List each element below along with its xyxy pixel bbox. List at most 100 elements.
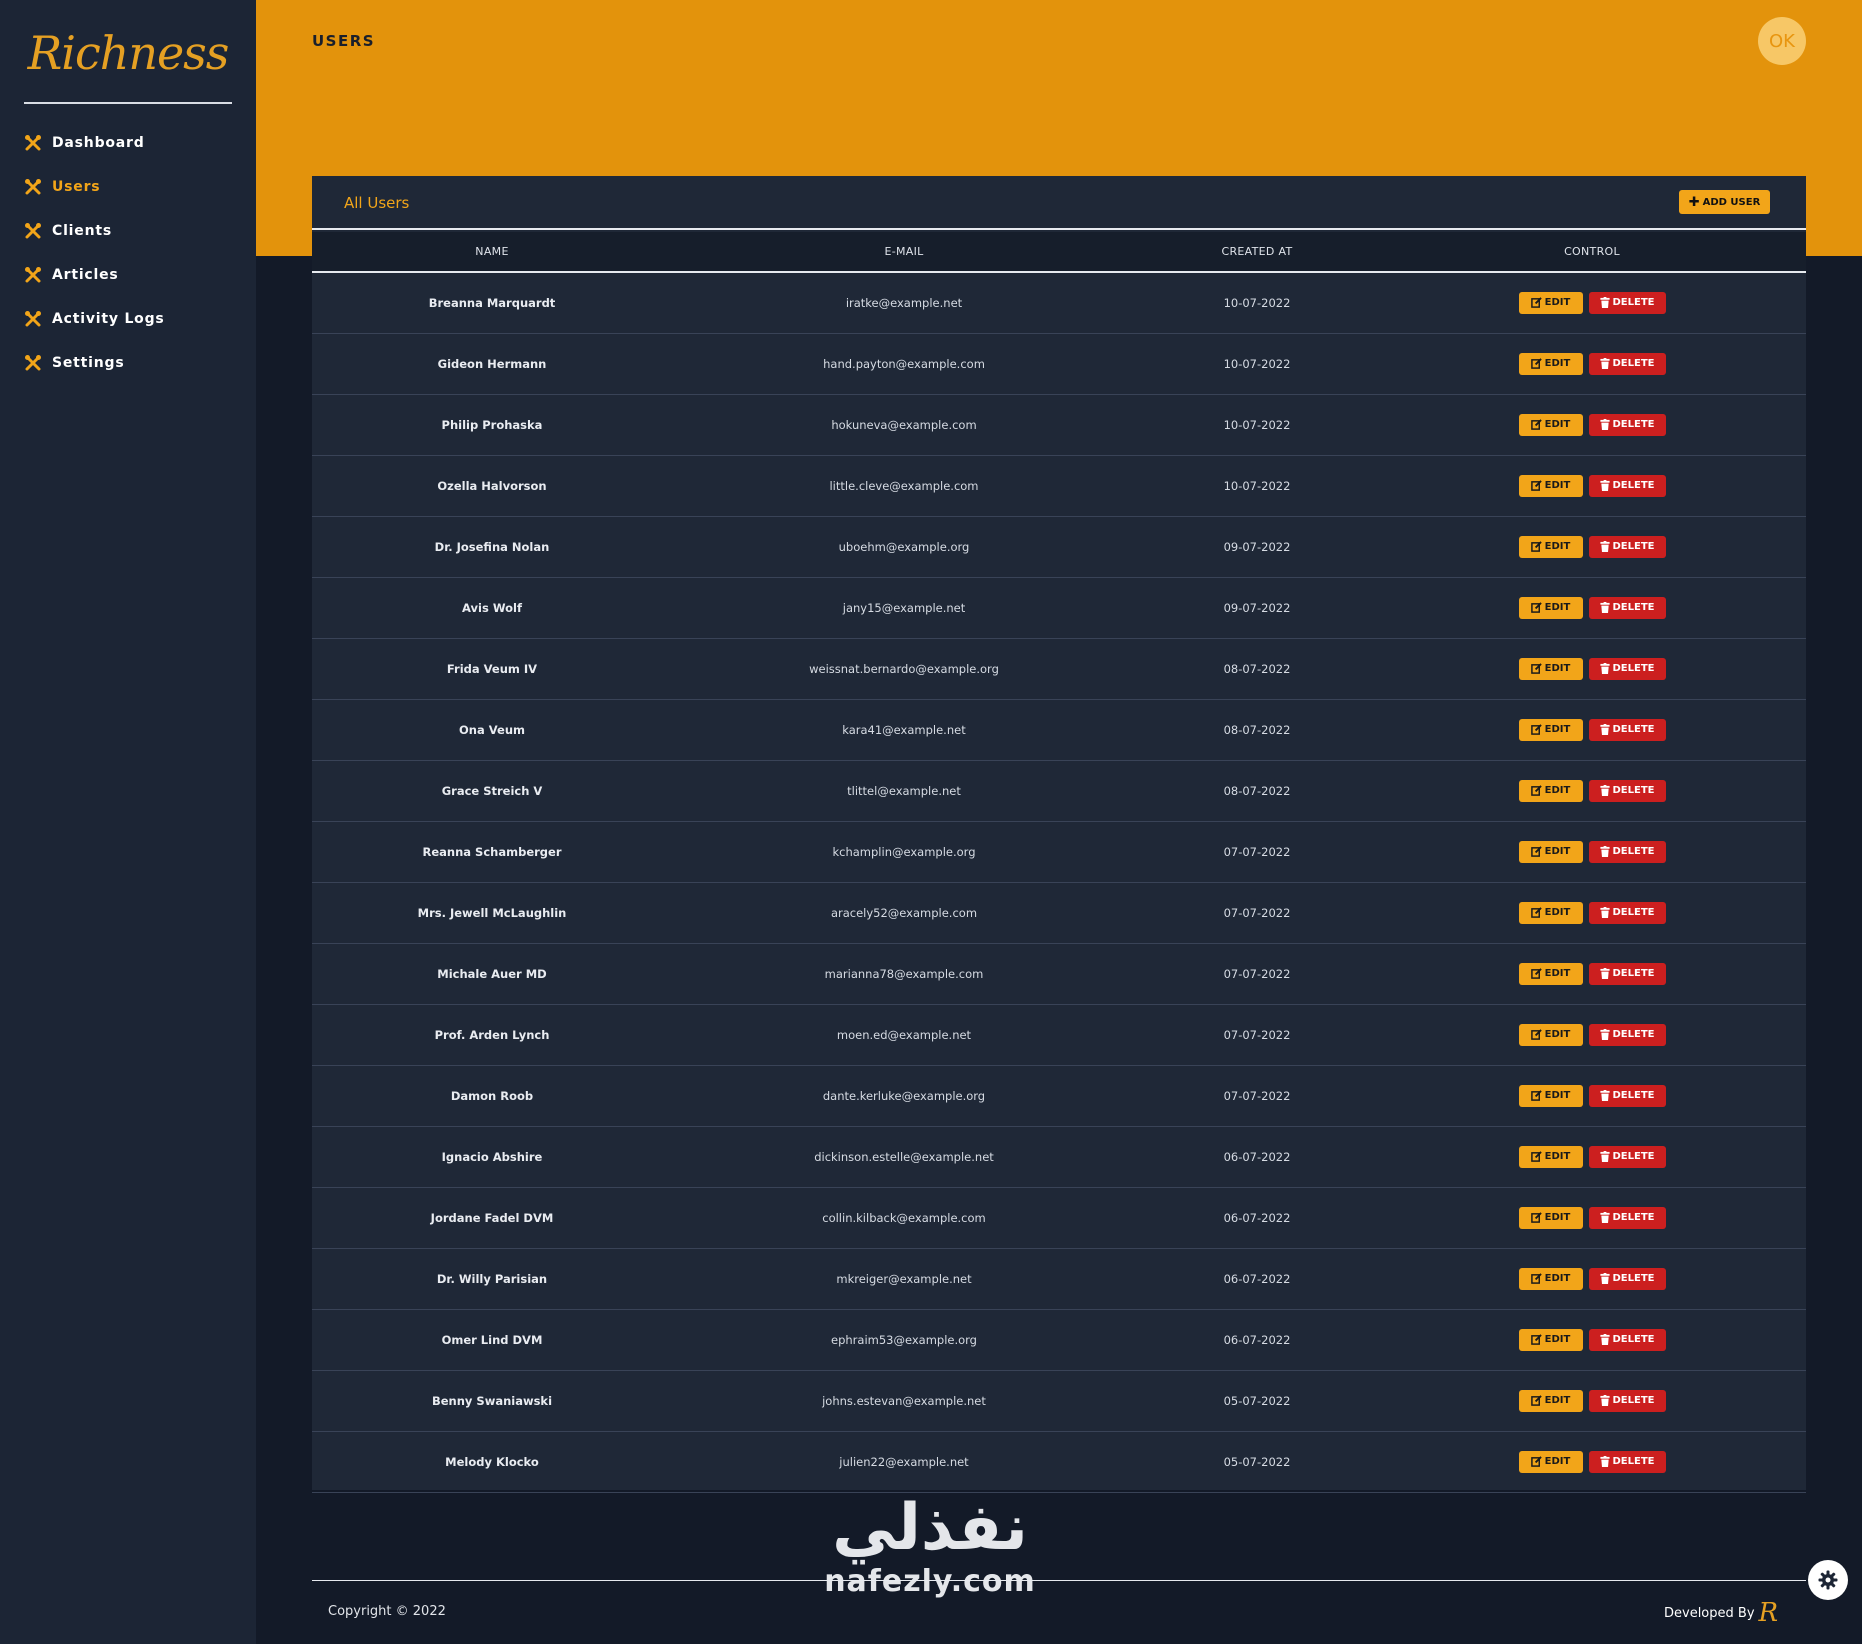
edit-button[interactable]: EDIT <box>1518 1267 1583 1290</box>
delete-label: DELETE <box>1612 724 1655 735</box>
delete-button[interactable]: DELETE <box>1588 413 1666 436</box>
page-title: USERS <box>312 32 376 50</box>
edit-label: EDIT <box>1544 1273 1571 1284</box>
delete-button[interactable]: DELETE <box>1588 1084 1666 1107</box>
delete-button[interactable]: DELETE <box>1588 657 1666 680</box>
table-row: Melody Klocko julien22@example.net 05-07-2… <box>312 1431 1806 1492</box>
trash-icon <box>1599 1029 1610 1040</box>
edit-icon <box>1530 968 1542 979</box>
user-email: ephraim53@example.org <box>831 1332 977 1347</box>
delete-label: DELETE <box>1612 1456 1655 1467</box>
delete-label: DELETE <box>1612 419 1655 430</box>
user-name: Michale Auer MD <box>437 966 547 981</box>
table-row: Avis Wolf jany15@example.net 09-07-2022 EDI… <box>312 577 1806 638</box>
sidebar-item-label: Users <box>52 179 101 195</box>
sidebar-item-articles[interactable]: Articles <box>0 253 256 297</box>
row-controls: EDIT DELETE <box>1378 394 1806 455</box>
edit-button[interactable]: EDIT <box>1518 535 1583 558</box>
edit-button[interactable]: EDIT <box>1518 840 1583 863</box>
delete-label: DELETE <box>1612 1090 1655 1101</box>
edit-button[interactable]: EDIT <box>1518 1328 1583 1351</box>
user-name: Dr. Josefina Nolan <box>434 539 550 554</box>
table-row: Prof. Arden Lynch moen.ed@example.net 07-0… <box>312 1004 1806 1065</box>
table-row: Ignacio Abshire dickinson.estelle@example… <box>312 1126 1806 1187</box>
edit-button[interactable]: EDIT <box>1518 352 1583 375</box>
delete-button[interactable]: DELETE <box>1588 1145 1666 1168</box>
edit-button[interactable]: EDIT <box>1518 779 1583 802</box>
row-controls: EDIT DELETE <box>1378 455 1806 516</box>
sidebar: Richness Dashboard Users Clients Article… <box>0 0 256 1644</box>
user-name: Jordane Fadel DVM <box>430 1210 554 1225</box>
edit-button[interactable]: EDIT <box>1518 474 1583 497</box>
delete-button[interactable]: DELETE <box>1588 596 1666 619</box>
row-controls: EDIT DELETE <box>1378 699 1806 760</box>
edit-button[interactable]: EDIT <box>1518 657 1583 680</box>
column-header-created-at[interactable]: CREATED AT <box>1136 232 1378 272</box>
delete-button[interactable]: DELETE <box>1588 1389 1666 1412</box>
edit-button[interactable]: EDIT <box>1518 1450 1583 1473</box>
delete-button[interactable]: DELETE <box>1588 474 1666 497</box>
delete-button[interactable]: DELETE <box>1588 352 1666 375</box>
edit-button[interactable]: EDIT <box>1518 1084 1583 1107</box>
edit-button[interactable]: EDIT <box>1518 413 1583 436</box>
user-created-at: 07-07-2022 <box>1223 966 1291 981</box>
sidebar-item-users[interactable]: Users <box>0 165 256 209</box>
card-title: All Users <box>344 194 410 212</box>
edit-icon <box>1530 724 1542 735</box>
add-user-button[interactable]: ✚ ADD USER <box>1679 190 1770 214</box>
row-controls: EDIT DELETE <box>1378 1065 1806 1126</box>
edit-button[interactable]: EDIT <box>1518 1389 1583 1412</box>
edit-button[interactable]: EDIT <box>1518 901 1583 924</box>
edit-label: EDIT <box>1544 907 1571 918</box>
settings-button[interactable] <box>1808 1560 1848 1600</box>
delete-button[interactable]: DELETE <box>1588 840 1666 863</box>
delete-button[interactable]: DELETE <box>1588 1267 1666 1290</box>
table-row: Damon Roob dante.kerluke@example.org 07-07… <box>312 1065 1806 1126</box>
edit-button[interactable]: EDIT <box>1518 291 1583 314</box>
delete-label: DELETE <box>1612 1212 1655 1223</box>
user-name: Mrs. Jewell McLaughlin <box>417 905 567 920</box>
control-group: EDIT DELETE <box>1518 1450 1666 1473</box>
control-group: EDIT DELETE <box>1518 657 1666 680</box>
column-header-name[interactable]: NAME <box>312 232 672 272</box>
row-controls: EDIT DELETE <box>1378 1126 1806 1187</box>
tools-icon <box>25 135 41 151</box>
tools-icon <box>25 355 41 371</box>
users-card: All Users ✚ ADD USER NAME E-MAIL CREATED… <box>312 176 1806 1492</box>
delete-label: DELETE <box>1612 907 1655 918</box>
sidebar-item-activity-logs[interactable]: Activity Logs <box>0 297 256 341</box>
developer-logo[interactable]: R <box>1759 1600 1779 1626</box>
sidebar-item-dashboard[interactable]: Dashboard <box>0 121 256 165</box>
user-name: Avis Wolf <box>462 600 522 615</box>
delete-button[interactable]: DELETE <box>1588 1023 1666 1046</box>
edit-button[interactable]: EDIT <box>1518 962 1583 985</box>
edit-button[interactable]: EDIT <box>1518 1023 1583 1046</box>
watermark-latin: nafezly.com <box>824 1564 1036 1599</box>
user-email: weissnat.bernardo@example.org <box>809 661 999 676</box>
brand-logo[interactable]: Richness <box>24 24 232 104</box>
user-name: Grace Streich V <box>441 783 543 798</box>
edit-button[interactable]: EDIT <box>1518 596 1583 619</box>
delete-button[interactable]: DELETE <box>1588 1328 1666 1351</box>
user-email: hokuneva@example.com <box>831 417 977 432</box>
delete-button[interactable]: DELETE <box>1588 1450 1666 1473</box>
column-header-email[interactable]: E-MAIL <box>672 232 1136 272</box>
delete-button[interactable]: DELETE <box>1588 962 1666 985</box>
delete-button[interactable]: DELETE <box>1588 291 1666 314</box>
edit-button[interactable]: EDIT <box>1518 718 1583 741</box>
control-group: EDIT DELETE <box>1518 779 1666 802</box>
edit-icon <box>1530 1212 1542 1223</box>
edit-button[interactable]: EDIT <box>1518 1206 1583 1229</box>
delete-button[interactable]: DELETE <box>1588 901 1666 924</box>
edit-button[interactable]: EDIT <box>1518 1145 1583 1168</box>
delete-button[interactable]: DELETE <box>1588 718 1666 741</box>
trash-icon <box>1599 1090 1610 1101</box>
edit-icon <box>1530 480 1542 491</box>
user-created-at: 05-07-2022 <box>1223 1393 1291 1408</box>
sidebar-item-clients[interactable]: Clients <box>0 209 256 253</box>
delete-button[interactable]: DELETE <box>1588 1206 1666 1229</box>
delete-button[interactable]: DELETE <box>1588 535 1666 558</box>
user-avatar[interactable]: OK <box>1758 17 1806 65</box>
sidebar-item-settings[interactable]: Settings <box>0 341 256 385</box>
delete-button[interactable]: DELETE <box>1588 779 1666 802</box>
